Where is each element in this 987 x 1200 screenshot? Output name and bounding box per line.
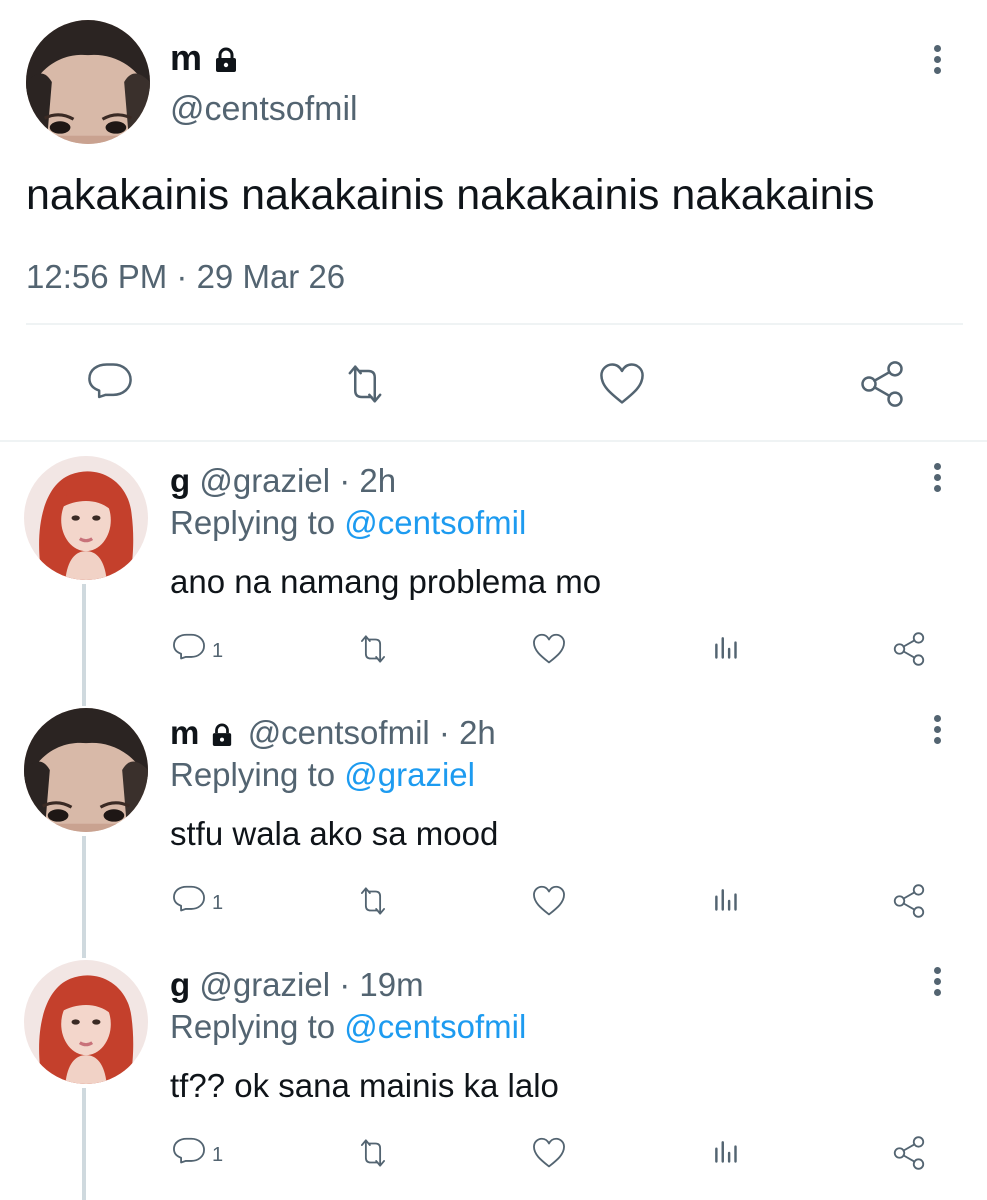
- like-icon[interactable]: [530, 882, 568, 920]
- avatar-image: [26, 20, 150, 144]
- avatar[interactable]: [26, 20, 150, 144]
- replying-to-link[interactable]: @centsofmil: [344, 504, 526, 541]
- tweet-text: nakakainis nakakainis nakakainis nakakai…: [26, 171, 875, 219]
- reply-text: stfu wala ako sa mood: [170, 815, 499, 852]
- handle[interactable]: @graziel: [199, 966, 330, 1003]
- reply-header: m @centsofmil · 2h: [170, 714, 496, 752]
- reply-header: g @graziel · 19m: [170, 966, 424, 1004]
- avatar-image: [24, 708, 148, 832]
- relative-time[interactable]: · 19m: [339, 966, 423, 1003]
- avatar[interactable]: [24, 708, 148, 832]
- retweet-icon[interactable]: [354, 1134, 392, 1172]
- reply-text: ano na namang problema mo: [170, 563, 602, 600]
- replying-to: Replying to @graziel: [170, 756, 475, 794]
- views-icon[interactable]: [710, 632, 744, 666]
- avatar-image: [24, 960, 148, 1084]
- more-options-icon[interactable]: [932, 45, 942, 78]
- share-icon[interactable]: [890, 630, 928, 668]
- replying-to-label: Replying to: [170, 1008, 336, 1045]
- like-icon[interactable]: [530, 1134, 568, 1172]
- avatar[interactable]: [24, 960, 148, 1084]
- display-name[interactable]: g: [170, 966, 190, 1003]
- share-icon[interactable]: [890, 882, 928, 920]
- avatar-image: [24, 456, 148, 580]
- share-icon[interactable]: [856, 358, 908, 410]
- reply-count: 1: [212, 892, 224, 914]
- more-options-icon[interactable]: [932, 967, 942, 1000]
- display-name[interactable]: m: [170, 714, 199, 751]
- share-icon[interactable]: [890, 1134, 928, 1172]
- reply-icon[interactable]: [170, 1134, 208, 1172]
- replying-to: Replying to @centsofmil: [170, 1008, 526, 1046]
- lock-icon: [214, 47, 238, 73]
- display-name[interactable]: m: [170, 40, 238, 76]
- divider: [26, 323, 963, 325]
- reply-text: tf?? ok sana mainis ka lalo: [170, 1067, 559, 1104]
- thread-line: [82, 1088, 86, 1200]
- replying-to: Replying to @centsofmil: [170, 504, 526, 542]
- reply-count: 1: [212, 1144, 224, 1166]
- timestamp[interactable]: 12:56 PM · 29 Mar 26: [26, 258, 345, 296]
- replying-to-link[interactable]: @graziel: [344, 756, 475, 793]
- reply-icon[interactable]: [84, 358, 136, 410]
- lock-icon: [211, 723, 233, 747]
- replying-to-label: Replying to: [170, 756, 336, 793]
- relative-time[interactable]: · 2h: [339, 462, 396, 499]
- reply-header: g @graziel · 2h: [170, 462, 396, 500]
- display-name-text: m: [170, 37, 203, 78]
- handle[interactable]: @graziel: [199, 462, 330, 499]
- thread-line: [82, 836, 86, 958]
- reply-icon[interactable]: [170, 882, 208, 920]
- handle[interactable]: @centsofmil: [170, 90, 358, 128]
- thread-line: [82, 584, 86, 706]
- reply-icon[interactable]: [170, 630, 208, 668]
- views-icon[interactable]: [710, 884, 744, 918]
- handle[interactable]: @centsofmil: [248, 714, 430, 751]
- like-icon[interactable]: [530, 630, 568, 668]
- retweet-icon[interactable]: [354, 882, 392, 920]
- more-options-icon[interactable]: [932, 463, 942, 496]
- retweet-icon[interactable]: [354, 630, 392, 668]
- relative-time[interactable]: · 2h: [439, 714, 496, 751]
- divider: [0, 440, 987, 442]
- more-options-icon[interactable]: [932, 715, 942, 748]
- replying-to-link[interactable]: @centsofmil: [344, 1008, 526, 1045]
- views-icon[interactable]: [710, 1136, 744, 1170]
- reply-count: 1: [212, 640, 224, 662]
- display-name[interactable]: g: [170, 462, 190, 499]
- like-icon[interactable]: [596, 358, 648, 410]
- replying-to-label: Replying to: [170, 504, 336, 541]
- avatar[interactable]: [24, 456, 148, 580]
- retweet-icon[interactable]: [339, 358, 391, 410]
